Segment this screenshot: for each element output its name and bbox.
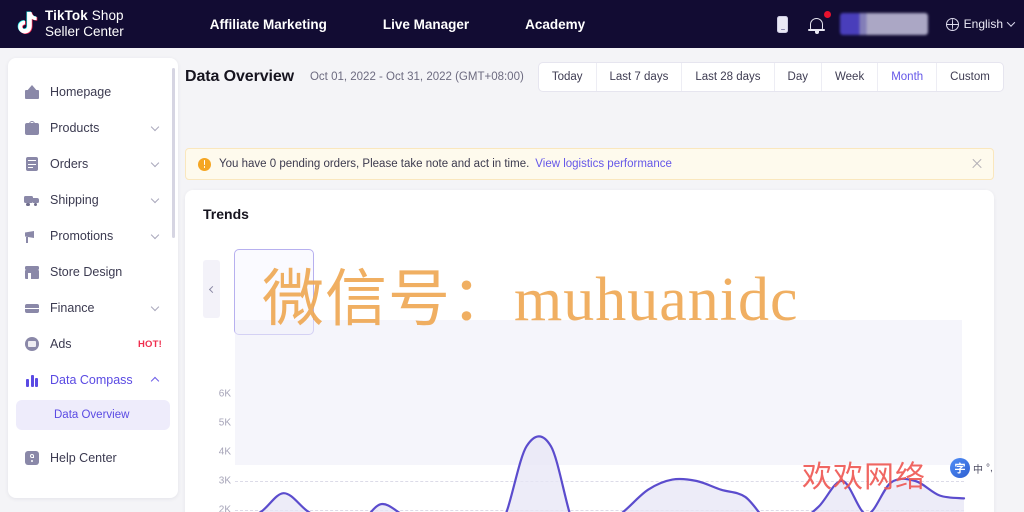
sidebar-item-label: Homepage	[50, 85, 112, 99]
page-header: Data Overview Oct 01, 2022 - Oct 31, 202…	[185, 58, 1014, 96]
sidebar-item-ads[interactable]: Ads HOT!	[16, 326, 170, 362]
chevron-down-icon	[150, 230, 160, 239]
avatar[interactable]	[839, 13, 928, 35]
ime-indicator: 字 中 °,	[950, 458, 993, 478]
tab-day[interactable]: Day	[775, 63, 822, 91]
view-logistics-performance-link[interactable]: View logistics performance	[535, 158, 672, 170]
y-tick-label: 5K	[218, 417, 231, 429]
y-tick-label: 4K	[218, 446, 231, 458]
top-navigation-bar: TikTok Shop Seller Center Affiliate Mark…	[0, 0, 1024, 48]
chevron-up-icon	[150, 376, 160, 386]
tiktok-note-icon	[14, 10, 40, 38]
brand-subtitle: Seller Center	[45, 24, 124, 39]
sidebar-item-label: Products	[50, 121, 100, 135]
storefront-icon	[24, 264, 40, 280]
trends-title: Trends	[203, 206, 249, 222]
chevron-down-icon	[1006, 18, 1016, 27]
pending-orders-banner: You have 0 pending orders, Please take n…	[185, 148, 994, 180]
nav-link-live-manager[interactable]: Live Manager	[355, 17, 497, 32]
mobile-phone-icon[interactable]	[772, 13, 794, 35]
close-icon[interactable]	[971, 158, 983, 170]
trend-line-series	[258, 435, 966, 512]
sidebar-item-label: Store Design	[50, 265, 123, 279]
sidebar-item-label: Data Compass	[50, 373, 133, 387]
trends-card: Trends 6K 5K 4K 3K 2K 1K	[185, 190, 994, 512]
bar-chart-icon	[24, 372, 40, 388]
sidebar-item-label: Promotions	[50, 229, 114, 243]
sidebar-item-help-center[interactable]: Help Center	[16, 440, 170, 476]
brand-logo[interactable]: TikTok Shop Seller Center	[14, 8, 124, 40]
language-selector[interactable]: English	[940, 17, 1016, 31]
y-tick-label: 3K	[218, 475, 231, 487]
tab-last-28-days[interactable]: Last 28 days	[682, 63, 775, 91]
main-content: Data Overview Oct 01, 2022 - Oct 31, 202…	[178, 48, 1024, 512]
sidebar-item-label: Ads	[50, 337, 72, 351]
chart-plot-area	[235, 320, 966, 512]
sidebar-subitem-data-overview[interactable]: Data Overview	[16, 400, 170, 430]
sidebar-item-label: Shipping	[50, 193, 99, 207]
megaphone-icon	[24, 228, 40, 244]
date-range-label: Oct 01, 2022 - Oct 31, 2022 (GMT+08:00)	[309, 71, 524, 83]
trends-chart: 6K 5K 4K 3K 2K 1K	[203, 320, 994, 512]
app-root: TikTok Shop Seller Center Affiliate Mark…	[0, 0, 1024, 512]
sidebar-item-label: Help Center	[50, 451, 117, 465]
tab-custom[interactable]: Custom	[937, 63, 1003, 91]
sidebar-item-orders[interactable]: Orders	[16, 146, 170, 182]
brand-suffix: Shop	[87, 8, 124, 24]
globe-icon	[945, 17, 959, 31]
sidebar-item-homepage[interactable]: Homepage	[16, 74, 170, 110]
y-axis-labels: 6K 5K 4K 3K 2K 1K	[203, 380, 231, 512]
sidebar-item-products[interactable]: Products	[16, 110, 170, 146]
nav-link-academy[interactable]: Academy	[497, 17, 613, 32]
bell-icon[interactable]	[806, 11, 831, 35]
tab-last-7-days[interactable]: Last 7 days	[597, 63, 683, 91]
tab-week[interactable]: Week	[822, 63, 879, 91]
ime-dots-label: °,	[986, 462, 993, 474]
nav-link-affiliate-marketing[interactable]: Affiliate Marketing	[182, 17, 355, 32]
box-icon	[24, 120, 40, 136]
chevron-down-icon	[150, 158, 160, 167]
language-label: English	[963, 17, 1003, 31]
home-icon	[24, 84, 40, 100]
brand-text: TikTok Shop Seller Center	[45, 8, 124, 40]
sidebar-item-data-compass[interactable]: Data Compass	[16, 362, 170, 398]
tab-today[interactable]: Today	[539, 63, 597, 91]
primary-nav-links: Affiliate Marketing Live Manager Academy	[182, 17, 613, 32]
document-icon	[24, 156, 40, 172]
ime-badge-icon: 字	[950, 458, 970, 478]
y-tick-label: 2K	[218, 504, 231, 512]
sidebar: Homepage Products Orders Shipping Promot…	[8, 58, 178, 498]
date-range-tabs: Today Last 7 days Last 28 days Day Week …	[537, 62, 1004, 92]
sidebar-scrollbar[interactable]	[172, 68, 175, 238]
sidebar-item-label: Orders	[50, 157, 89, 171]
chevron-down-icon	[150, 122, 160, 131]
page-title: Data Overview	[185, 68, 294, 85]
chevron-down-icon	[150, 194, 160, 203]
brand-name: TikTok	[45, 8, 88, 24]
wallet-icon	[24, 300, 40, 316]
sidebar-item-store-design[interactable]: Store Design	[16, 254, 170, 290]
banner-message: You have 0 pending orders, Please take n…	[219, 158, 530, 170]
chevron-left-icon[interactable]	[203, 260, 220, 318]
ime-mode-label: 中	[973, 464, 983, 476]
help-icon	[24, 450, 40, 466]
chevron-down-icon	[150, 302, 160, 311]
sidebar-item-promotions[interactable]: Promotions	[16, 218, 170, 254]
sidebar-item-finance[interactable]: Finance	[16, 290, 170, 326]
y-tick-label: 6K	[218, 388, 231, 400]
hot-badge: HOT!	[137, 338, 162, 350]
truck-icon	[24, 192, 40, 208]
sidebar-item-shipping[interactable]: Shipping	[16, 182, 170, 218]
top-nav-right-cluster: English	[772, 0, 1016, 48]
ads-icon	[24, 336, 40, 352]
sidebar-item-label: Finance	[50, 301, 95, 315]
notification-badge	[823, 11, 831, 18]
tab-month[interactable]: Month	[878, 63, 938, 91]
warning-icon	[198, 157, 211, 171]
